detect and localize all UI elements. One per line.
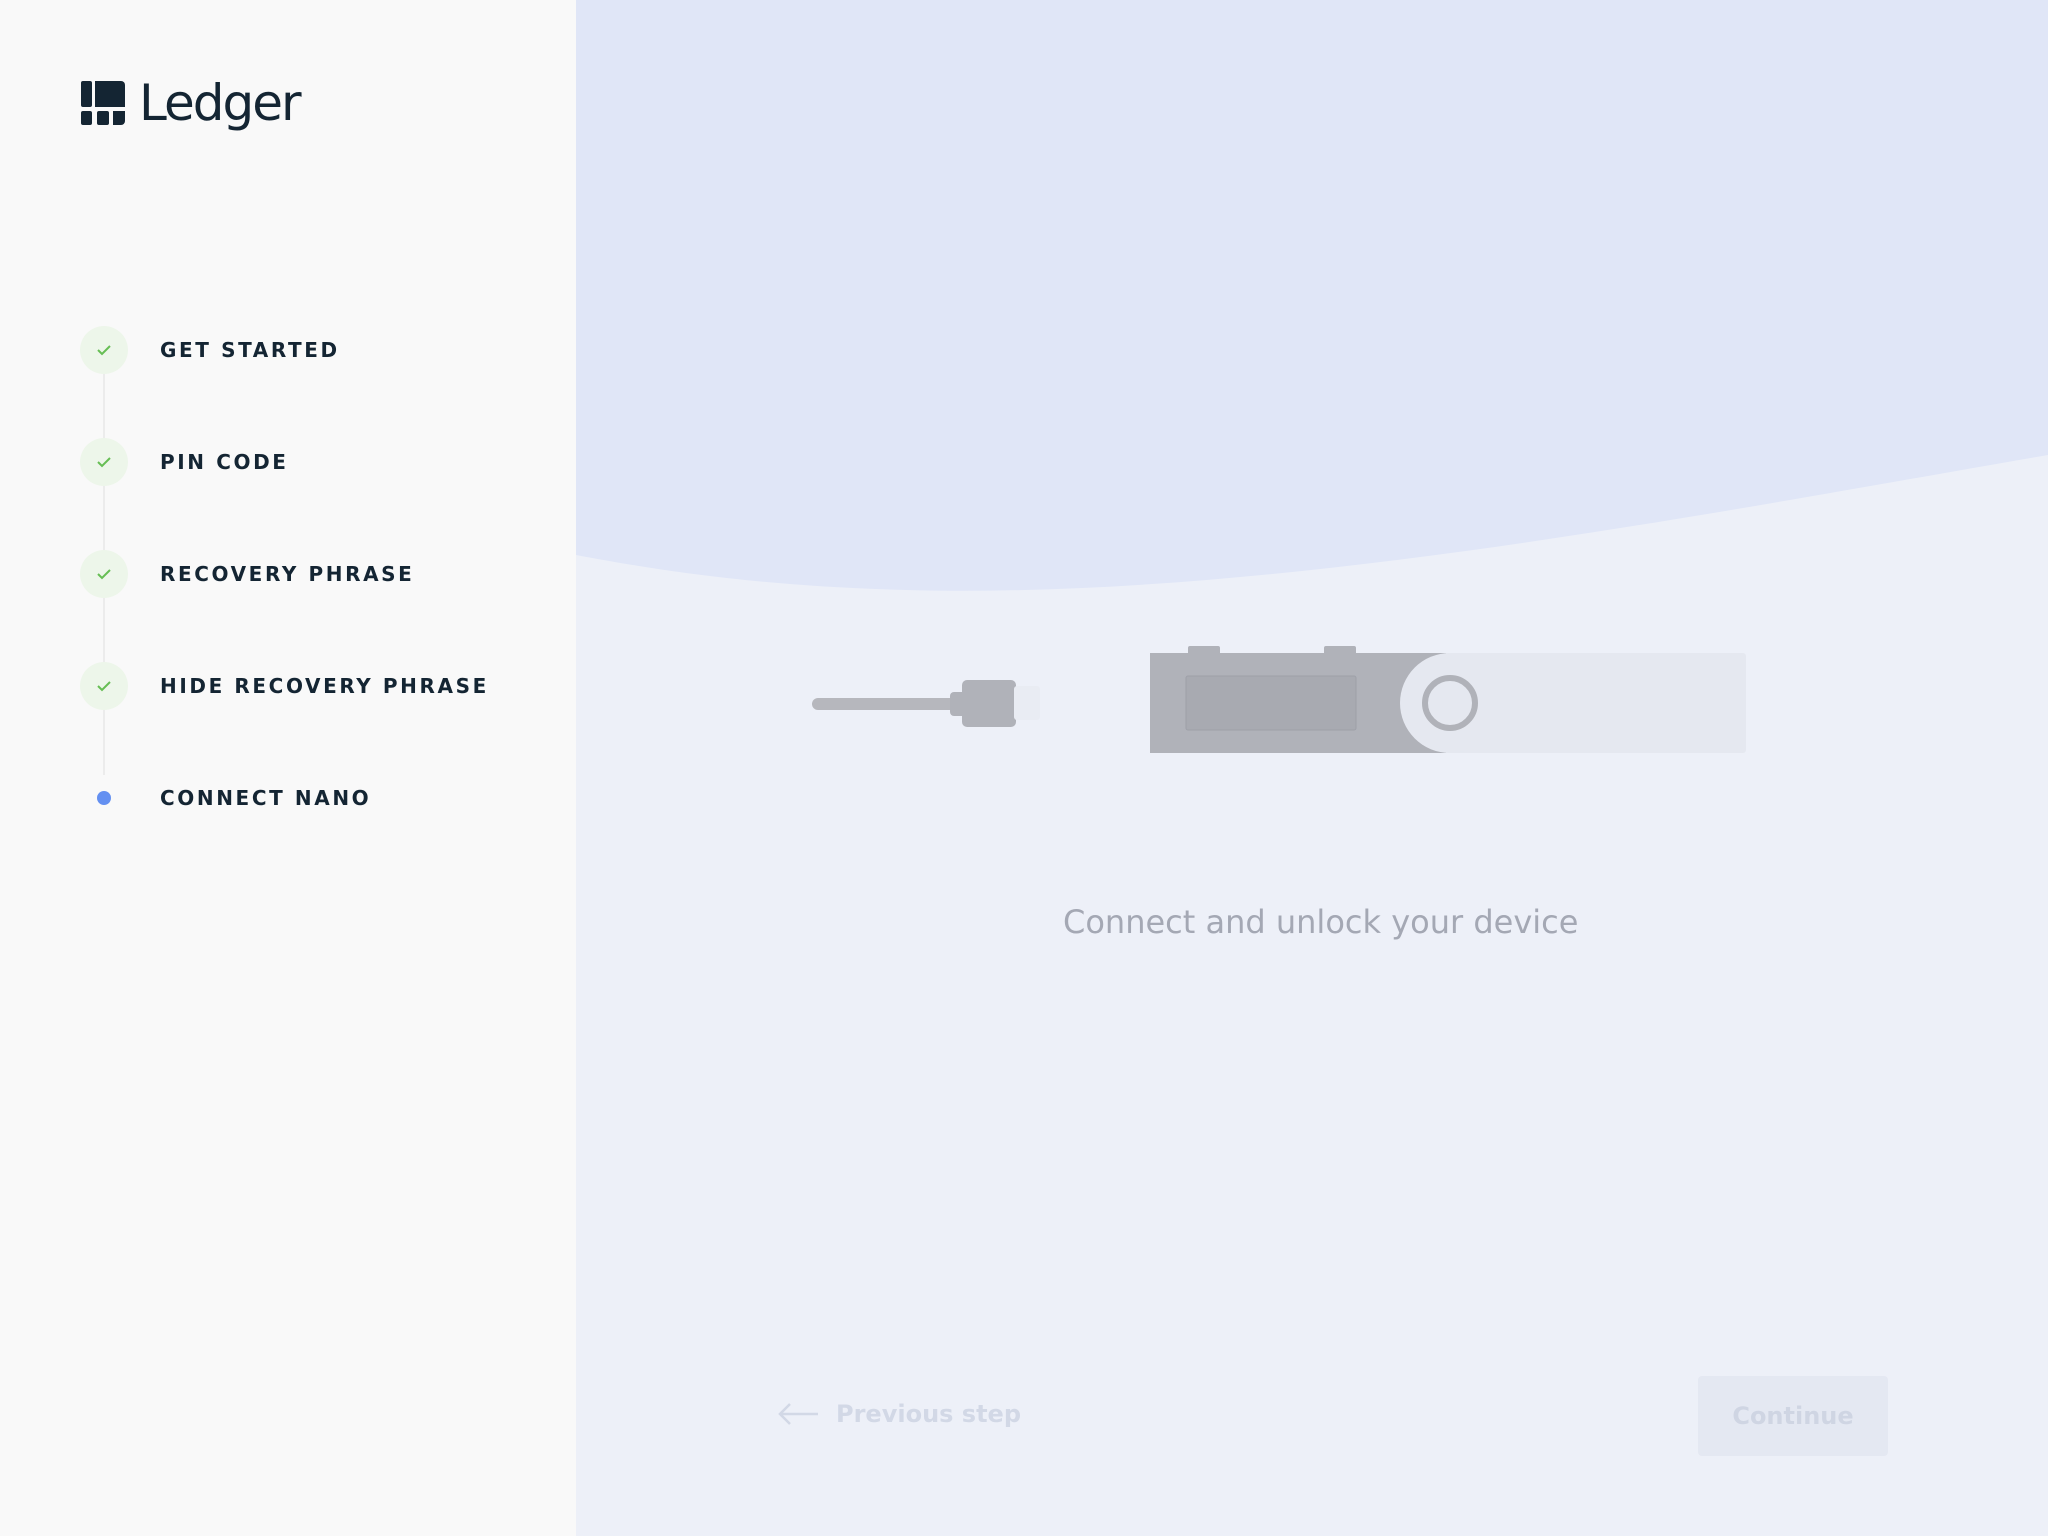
brand-name: Ledger xyxy=(139,74,302,132)
step-hide-recovery-phrase: HIDE RECOVERY PHRASE xyxy=(80,661,520,711)
step-connector xyxy=(103,373,105,439)
nano-device-illustration xyxy=(812,646,1746,753)
step-label: GET STARTED xyxy=(160,338,340,362)
step-get-started: GET STARTED xyxy=(80,325,520,375)
previous-step-label: Previous step xyxy=(836,1400,1022,1428)
continue-button[interactable]: Continue xyxy=(1698,1376,1888,1456)
sidebar: Ledger GET STARTED PIN CODE RECOVERY PHR… xyxy=(0,0,576,1536)
step-connector xyxy=(103,597,105,663)
step-pin-code: PIN CODE xyxy=(80,437,520,487)
step-label: RECOVERY PHRASE xyxy=(160,562,415,586)
background-wave xyxy=(576,0,2048,591)
main-panel xyxy=(576,0,2048,1536)
current-step-dot-icon xyxy=(80,774,128,822)
step-recovery-phrase: RECOVERY PHRASE xyxy=(80,549,520,599)
check-icon xyxy=(80,662,128,710)
arrow-left-icon xyxy=(778,1403,818,1425)
check-icon xyxy=(80,550,128,598)
previous-step-button[interactable]: Previous step xyxy=(776,1400,1021,1428)
ledger-logo-icon xyxy=(81,81,125,125)
check-icon xyxy=(80,438,128,486)
step-connect-nano: CONNECT NANO xyxy=(80,773,520,823)
step-label: CONNECT NANO xyxy=(160,786,372,810)
connect-title: Connect and unlock your device xyxy=(1063,903,1579,941)
step-label: HIDE RECOVERY PHRASE xyxy=(160,674,489,698)
check-icon xyxy=(80,326,128,374)
ledger-logo: Ledger xyxy=(81,74,302,132)
step-connector xyxy=(103,485,105,551)
step-label: PIN CODE xyxy=(160,450,289,474)
step-connector xyxy=(103,709,105,775)
